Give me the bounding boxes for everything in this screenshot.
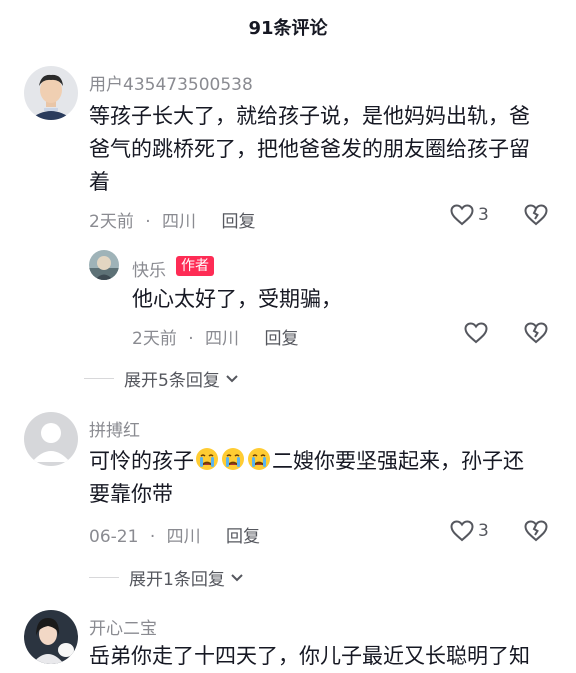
divider bbox=[89, 577, 119, 578]
separator: · bbox=[149, 527, 156, 547]
comment-line: 等孩子长大了，就给孩子说，是他妈妈出轨，爸 bbox=[89, 104, 530, 128]
username[interactable]: 快乐 bbox=[132, 256, 166, 281]
like-button[interactable]: 3 bbox=[450, 204, 489, 226]
reply-meta: 2天前 · 四川 回复 bbox=[132, 324, 298, 349]
heart-icon bbox=[464, 322, 488, 344]
avatar[interactable] bbox=[24, 412, 78, 466]
avatar[interactable] bbox=[24, 66, 78, 120]
crying-face-icon bbox=[196, 448, 218, 470]
dislike-button[interactable] bbox=[524, 204, 548, 226]
chevron-down-icon bbox=[231, 573, 243, 581]
like-button[interactable] bbox=[464, 322, 488, 344]
comment-time: 06-21 bbox=[89, 527, 139, 547]
reply-button[interactable]: 回复 bbox=[226, 522, 260, 547]
like-count: 3 bbox=[478, 521, 489, 541]
comment-time: 2天前 bbox=[89, 212, 134, 232]
broken-heart-icon bbox=[524, 520, 548, 542]
separator: · bbox=[145, 212, 151, 232]
username[interactable]: 用户435473500538 bbox=[89, 70, 253, 95]
broken-heart-icon bbox=[524, 204, 548, 226]
comment-text: 等孩子长大了，就给孩子说，是他妈妈出轨，爸 爸气的跳桥死了，把他爸爸发的朋友圈给… bbox=[89, 100, 530, 199]
comment-line: 爸气的跳桥死了，把他爸爸发的朋友圈给孩子留 bbox=[89, 137, 530, 161]
expand-label: 展开5条回复 bbox=[124, 371, 220, 391]
comment-text-part: 二嫂你要坚强起来，孙子还 bbox=[272, 449, 524, 473]
avatar[interactable] bbox=[24, 610, 78, 664]
separator: · bbox=[188, 329, 194, 349]
divider bbox=[84, 378, 114, 379]
comment-meta: 2天前 · 四川 回复 bbox=[89, 207, 255, 232]
dislike-button[interactable] bbox=[524, 520, 548, 542]
expand-label: 展开1条回复 bbox=[129, 570, 225, 590]
reply-location: 四川 bbox=[205, 329, 240, 349]
comment-location: 四川 bbox=[162, 212, 197, 232]
comment-text-part: 可怜的孩子 bbox=[89, 449, 194, 473]
like-button[interactable]: 3 bbox=[450, 520, 489, 542]
broken-heart-icon bbox=[524, 322, 548, 344]
reply-text: 他心太好了，受期骗， bbox=[132, 287, 342, 311]
comment-text: 可怜的孩子 二嫂你要坚强起来，孙子还 要靠你带 bbox=[89, 445, 524, 511]
username[interactable]: 开心二宝 bbox=[89, 614, 157, 639]
reply-time: 2天前 bbox=[132, 329, 177, 349]
comment-line: 要靠你带 bbox=[89, 482, 173, 506]
crying-face-icon bbox=[248, 448, 270, 470]
author-badge: 作者 bbox=[176, 256, 214, 276]
reply-button[interactable]: 回复 bbox=[264, 324, 298, 349]
like-count: 3 bbox=[478, 205, 489, 225]
comment-text: 岳弟你走了十四天了，你儿子最近又长聪明了知 bbox=[89, 644, 530, 668]
expand-replies-button[interactable]: 展开1条回复 bbox=[89, 565, 245, 590]
comment-line: 可怜的孩子 二嫂你要坚强起来，孙子还 bbox=[89, 445, 524, 478]
heart-icon bbox=[450, 520, 474, 542]
avatar[interactable] bbox=[89, 250, 119, 280]
comment-location: 四川 bbox=[166, 527, 201, 547]
comments-title: 91条评论 bbox=[248, 18, 328, 39]
crying-face-icon bbox=[222, 448, 244, 470]
username[interactable]: 拼搏红 bbox=[89, 416, 140, 441]
dislike-button[interactable] bbox=[524, 322, 548, 344]
reply-button[interactable]: 回复 bbox=[221, 207, 255, 232]
comment-line: 着 bbox=[89, 170, 110, 194]
comment-meta: 06-21 · 四川 回复 bbox=[89, 522, 260, 547]
expand-replies-button[interactable]: 展开5条回复 bbox=[84, 366, 240, 391]
chevron-down-icon bbox=[226, 374, 238, 382]
heart-icon bbox=[450, 204, 474, 226]
